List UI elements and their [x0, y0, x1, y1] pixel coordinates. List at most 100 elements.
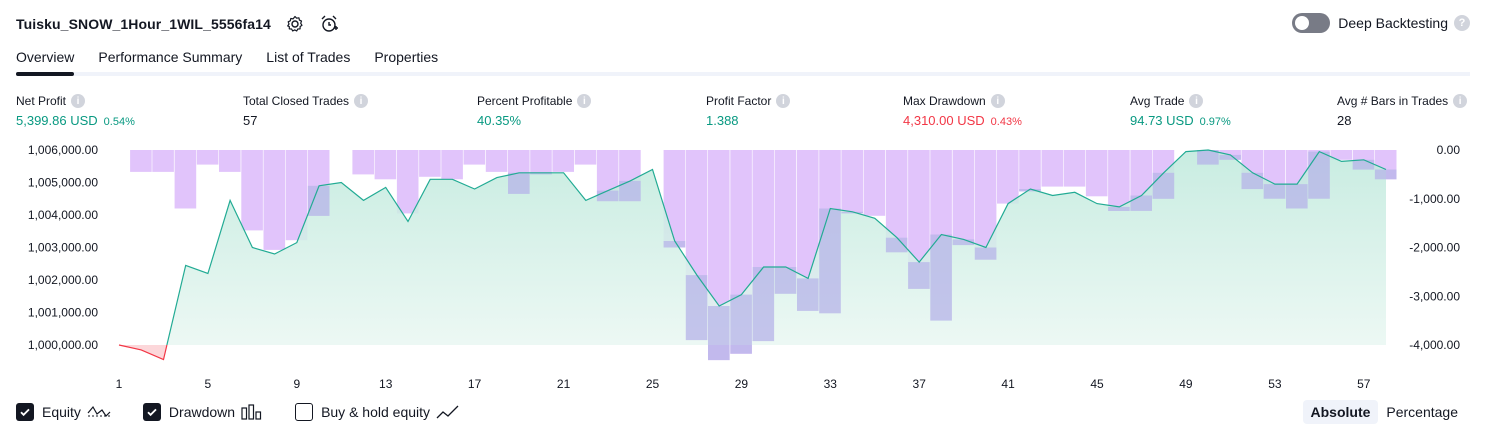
- x-axis-tick: 9: [293, 377, 300, 391]
- x-axis-tick: 25: [646, 377, 660, 391]
- x-axis-tick: 33: [824, 377, 838, 391]
- drawdown-overlap: [1374, 169, 1397, 180]
- metric-label: Avg Trade: [1130, 94, 1185, 108]
- info-icon[interactable]: i: [71, 94, 86, 108]
- legend-label: Drawdown: [168, 404, 236, 420]
- drawdown-bar: [441, 150, 463, 180]
- tab-list-of-trades[interactable]: List of Trades: [266, 44, 350, 76]
- left-axis-tick: 1,001,000.00: [28, 306, 98, 320]
- right-axis-tick: 0.00: [1437, 143, 1461, 157]
- deep-backtesting-toggle[interactable]: [1292, 13, 1331, 33]
- drawdown-bar: [1019, 150, 1041, 192]
- drawdown-overlap: [1130, 195, 1152, 211]
- equity-checkbox[interactable]: [16, 403, 34, 421]
- metric-label: Profit Factor: [706, 94, 772, 108]
- info-icon[interactable]: i: [577, 94, 592, 108]
- left-axis-tick: 1,000,000.00: [28, 338, 98, 352]
- buy-hold-checkbox[interactable]: [295, 403, 314, 421]
- x-axis-tick: 57: [1357, 377, 1371, 391]
- metric-max-drawdown: Max Drawdown i 4,310.00 USD 0.43%: [903, 93, 1022, 128]
- toggle-knob: [1295, 16, 1310, 30]
- drawdown-overlap: [1263, 184, 1286, 199]
- metric-value: 5,399.86 USD: [16, 113, 98, 128]
- drawdown-checkbox[interactable]: [142, 403, 161, 421]
- legend-buy-hold[interactable]: Buy & hold equity: [295, 403, 460, 421]
- percentage-button[interactable]: Percentage: [1378, 400, 1466, 424]
- drawdown-overlap: [508, 172, 530, 194]
- metric-value: 40.35%: [477, 113, 522, 128]
- tab-bar: Overview Performance Summary List of Tra…: [16, 44, 1470, 76]
- drawdown-bar: [419, 150, 441, 177]
- left-axis-tick: 1,005,000.00: [28, 176, 98, 190]
- help-icon[interactable]: ?: [1454, 15, 1470, 31]
- drawdown-overlap: [1219, 154, 1241, 160]
- drawdown-bar: [841, 150, 863, 214]
- metric-label: Net Profit: [16, 94, 67, 108]
- deep-backtesting: Deep Backtesting ?: [1292, 13, 1470, 33]
- legend-equity[interactable]: Equity: [16, 403, 111, 421]
- info-icon[interactable]: i: [776, 94, 791, 108]
- drawdown-overlap: [1152, 172, 1175, 199]
- drawdown-bar: [952, 150, 975, 246]
- metric-label: Percent Profitable: [477, 94, 573, 108]
- chart-legend: Equity Drawdown Buy & hold equity: [16, 403, 492, 421]
- x-axis-tick: 1: [116, 377, 123, 391]
- info-icon[interactable]: i: [354, 94, 369, 108]
- tab-overview[interactable]: Overview: [16, 44, 75, 76]
- drawdown-bar: [574, 150, 597, 165]
- metric-avg-trade: Avg Trade i 94.73 USD 0.97%: [1130, 93, 1231, 128]
- absolute-button[interactable]: Absolute: [1302, 400, 1379, 424]
- metric-value: 57: [243, 113, 258, 128]
- metric-value: 28: [1337, 113, 1352, 128]
- drawdown-overlap: [1241, 172, 1264, 190]
- tab-properties[interactable]: Properties: [374, 44, 438, 76]
- right-axis-tick: -2,000.00: [1409, 241, 1460, 255]
- alarm-add-icon[interactable]: [319, 14, 339, 34]
- legend-label: Equity: [42, 404, 81, 420]
- metric-percent: 0.43%: [990, 116, 1022, 128]
- metric-avg-bars: Avg # Bars in Trades i 28: [1337, 93, 1468, 128]
- buy-hold-line-icon: [436, 404, 460, 420]
- drawdown-bar: [530, 150, 552, 175]
- metric-value: 94.73 USD: [1130, 113, 1194, 128]
- drawdown-overlap: [307, 185, 330, 216]
- tab-performance-summary[interactable]: Performance Summary: [98, 44, 242, 76]
- left-axis-tick: 1,002,000.00: [28, 273, 98, 287]
- info-icon[interactable]: i: [1189, 94, 1204, 108]
- drawdown-overlap: [596, 190, 619, 202]
- left-axis-tick: 1,004,000.00: [28, 208, 98, 222]
- right-axis-tick: -4,000.00: [1409, 338, 1460, 352]
- drawdown-overlap: [1352, 159, 1375, 170]
- x-axis-tick: 29: [735, 377, 749, 391]
- drawdown-bar: [1108, 150, 1130, 211]
- drawdown-bar: [396, 150, 419, 214]
- x-axis-tick: 37: [913, 377, 927, 391]
- x-axis-tick: 53: [1268, 377, 1282, 391]
- drawdown-bar: [997, 150, 1019, 204]
- metric-label: Avg # Bars in Trades: [1337, 94, 1449, 108]
- settings-icon[interactable]: [285, 14, 305, 34]
- drawdown-overlap: [1108, 206, 1130, 211]
- legend-drawdown[interactable]: Drawdown: [142, 403, 263, 421]
- drawdown-bar: [219, 150, 241, 172]
- right-axis-tick: -3,000.00: [1409, 289, 1460, 303]
- legend-label: Buy & hold equity: [321, 404, 431, 420]
- drawdown-overlap: [974, 247, 997, 260]
- metric-label: Total Closed Trades: [243, 94, 350, 108]
- drawdown-overlap: [708, 306, 730, 361]
- drawdown-overlap: [908, 262, 930, 289]
- equity-line-icon: [87, 404, 111, 420]
- metric-value: 4,310.00 USD: [903, 113, 985, 128]
- scale-mode: Absolute Percentage: [1302, 400, 1467, 424]
- drawdown-overlap: [752, 267, 775, 342]
- x-axis-tick: 17: [468, 377, 482, 391]
- equity-drawdown-chart[interactable]: 1,006,000.00 1,005,000.00 1,004,000.00 1,00…: [0, 140, 1486, 395]
- drawdown-overlap: [1286, 184, 1308, 209]
- drawdown-overlap: [1308, 151, 1330, 199]
- drawdown-bar: [485, 150, 508, 172]
- info-icon[interactable]: i: [990, 94, 1005, 108]
- info-icon[interactable]: i: [1453, 94, 1468, 108]
- strategy-title: Tuisku_SNOW_1Hour_1WIL_5556fa14: [16, 16, 271, 32]
- metric-net-profit: Net Profit i 5,399.86 USD 0.54%: [16, 93, 135, 128]
- deep-backtesting-label: Deep Backtesting: [1338, 15, 1448, 31]
